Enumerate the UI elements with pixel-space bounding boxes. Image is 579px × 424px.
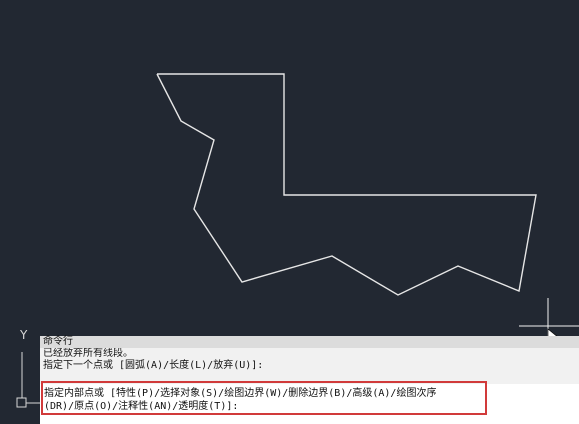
ucs-y-axis-label: Y [20, 328, 28, 342]
command-window-title: 命令行 [40, 336, 579, 348]
history-line: 已经放弃所有线段。 [43, 348, 133, 359]
command-history: 已经放弃所有线段。 指定下一个点或 [圆弧(A)/长度(L)/放弃(U)]: [40, 348, 579, 384]
prompt-line: 指定内部点或 [特性(P)/选择对象(S)/绘图边界(W)/删除边界(B)/高级… [44, 388, 437, 399]
command-window[interactable]: 命令行 已经放弃所有线段。 指定下一个点或 [圆弧(A)/长度(L)/放弃(U)… [40, 336, 579, 424]
history-line: 指定下一个点或 [圆弧(A)/长度(L)/放弃(U)]: [43, 360, 264, 371]
command-input-line[interactable]: 指定内部点或 [特性(P)/选择对象(S)/绘图边界(W)/删除边界(B)/高级… [40, 384, 579, 424]
prompt-line: (DR)/原点(O)/注释性(AN)/透明度(T)]: [44, 401, 239, 412]
